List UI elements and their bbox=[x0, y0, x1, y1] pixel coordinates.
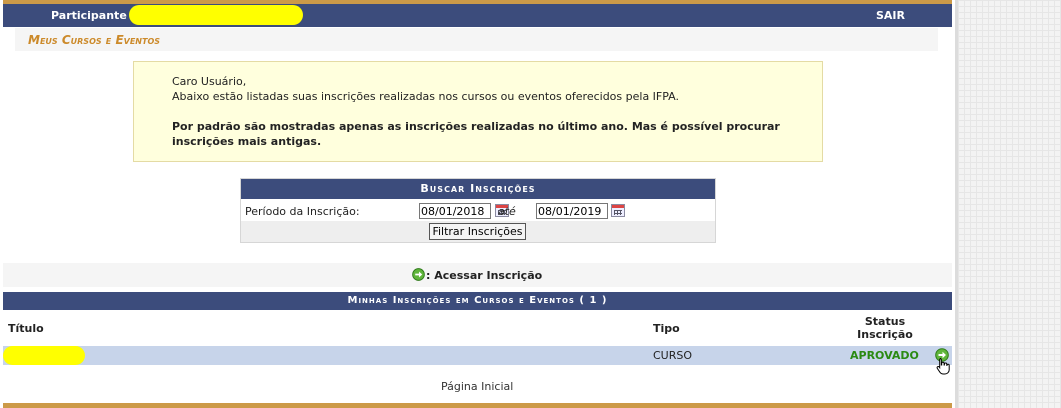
home-link[interactable]: Página Inicial bbox=[441, 380, 513, 393]
search-caption: Buscar Inscrições bbox=[241, 179, 715, 199]
date-from-input[interactable] bbox=[419, 203, 491, 219]
results-caption: Minhas Inscrições em Cursos e Eventos ( … bbox=[3, 292, 952, 310]
column-header-status: Status Inscrição bbox=[840, 315, 930, 341]
between-label: até bbox=[498, 205, 516, 218]
bottom-bar bbox=[3, 403, 952, 408]
column-header-title: Título bbox=[8, 322, 44, 335]
status-badge: APROVADO bbox=[850, 349, 919, 362]
period-label: Período da Inscrição: bbox=[245, 205, 360, 218]
search-actions: Filtrar Inscrições bbox=[241, 221, 715, 242]
section-header: Meus Cursos e Eventos bbox=[15, 28, 938, 51]
page-title: Meus Cursos e Eventos bbox=[28, 33, 161, 47]
course-title-redacted bbox=[3, 346, 85, 365]
column-header-status-line1: Status bbox=[864, 315, 906, 328]
arrow-right-circle-icon bbox=[412, 268, 425, 281]
search-form: Buscar Inscrições Período da Inscrição: … bbox=[240, 178, 716, 243]
info-notice: Caro Usuário, Abaixo estão listadas suas… bbox=[133, 61, 823, 162]
date-to-input[interactable] bbox=[536, 203, 608, 219]
legend: : Acessar Inscrição bbox=[412, 268, 542, 282]
calendar-icon[interactable] bbox=[611, 204, 625, 217]
notice-bold-text: Por padrão são mostradas apenas as inscr… bbox=[134, 119, 784, 149]
column-header-status-line2: Inscrição bbox=[857, 328, 913, 341]
period-row: Período da Inscrição: até bbox=[241, 199, 715, 221]
legend-access-label: : Acessar Inscrição bbox=[426, 269, 543, 282]
hand-cursor-icon bbox=[936, 358, 950, 375]
participant-label: Participante bbox=[51, 9, 127, 22]
notice-bold-content: Por padrão são mostradas apenas as inscr… bbox=[172, 120, 780, 148]
column-header-type: Tipo bbox=[653, 322, 680, 335]
top-bar: Participante SAIR bbox=[3, 0, 952, 27]
notice-greeting: Caro Usuário, bbox=[172, 75, 247, 88]
notice-text: Abaixo estão listadas suas inscrições re… bbox=[172, 90, 680, 103]
page-container: Participante SAIR Meus Cursos e Eventos … bbox=[0, 0, 955, 408]
filter-button[interactable]: Filtrar Inscrições bbox=[429, 223, 526, 240]
participant-name-redacted bbox=[129, 5, 303, 25]
page-background bbox=[955, 0, 1061, 408]
table-row: CURSO APROVADO bbox=[3, 346, 952, 365]
row-type: CURSO bbox=[653, 349, 693, 362]
logout-link[interactable]: SAIR bbox=[876, 9, 905, 22]
